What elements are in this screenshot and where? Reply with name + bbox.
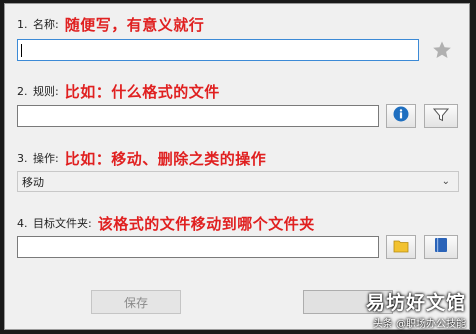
rule-label: 规则: [33,85,59,98]
info-button[interactable] [386,104,416,128]
action-annotation: 比如：移动、删除之类的操作 [64,149,267,168]
info-icon [393,106,409,126]
target-number: 4. [17,216,28,230]
browse-folder-button[interactable] [386,235,416,259]
rule-row: 2. 规则: 比如：什么格式的文件 [17,80,220,102]
action-select[interactable]: 移动 ⌄ [17,171,459,192]
action-row: 3. 操作: 比如：移动、删除之类的操作 [17,147,266,169]
name-input-box[interactable] [17,39,419,62]
rule-dialog: 1. 名称: 随便写，有意义就行 2. 规则: 比如：什么格式的文件 3. 操作… [4,3,470,330]
name-input[interactable] [18,41,418,62]
target-row: 4. 目标文件夹: 该格式的文件移动到哪个文件夹 [17,212,315,234]
star-icon[interactable] [432,40,452,60]
filter-button[interactable] [424,104,458,128]
book-button[interactable] [424,235,458,259]
action-selected-value: 移动 [22,175,44,189]
action-label: 操作: [33,152,59,165]
target-input-box[interactable] [17,236,379,259]
watermark-title: 易坊好文馆 [365,292,466,314]
watermark-subtitle: 头条 @职场办公技能 [372,319,466,330]
rule-annotation: 比如：什么格式的文件 [64,82,220,101]
watermark: 易坊好文馆 头条 @职场办公技能 [366,288,466,330]
rule-input[interactable] [18,107,378,128]
rule-input-box[interactable] [17,105,379,128]
save-button[interactable]: 保存 [91,290,181,314]
target-input[interactable] [18,238,378,259]
name-row: 1. 名称: 随便写，有意义就行 [17,13,204,35]
text-caret [21,44,22,57]
rule-number: 2. [17,84,28,98]
filter-icon [432,107,450,126]
name-number: 1. [17,17,28,31]
target-annotation: 该格式的文件移动到哪个文件夹 [97,214,315,233]
book-icon [434,237,448,257]
name-label: 名称: [33,18,59,31]
chevron-down-icon: ⌄ [441,176,450,187]
name-annotation: 随便写，有意义就行 [64,15,205,34]
folder-icon [393,238,409,257]
action-number: 3. [17,151,28,165]
target-label: 目标文件夹: [33,217,92,230]
